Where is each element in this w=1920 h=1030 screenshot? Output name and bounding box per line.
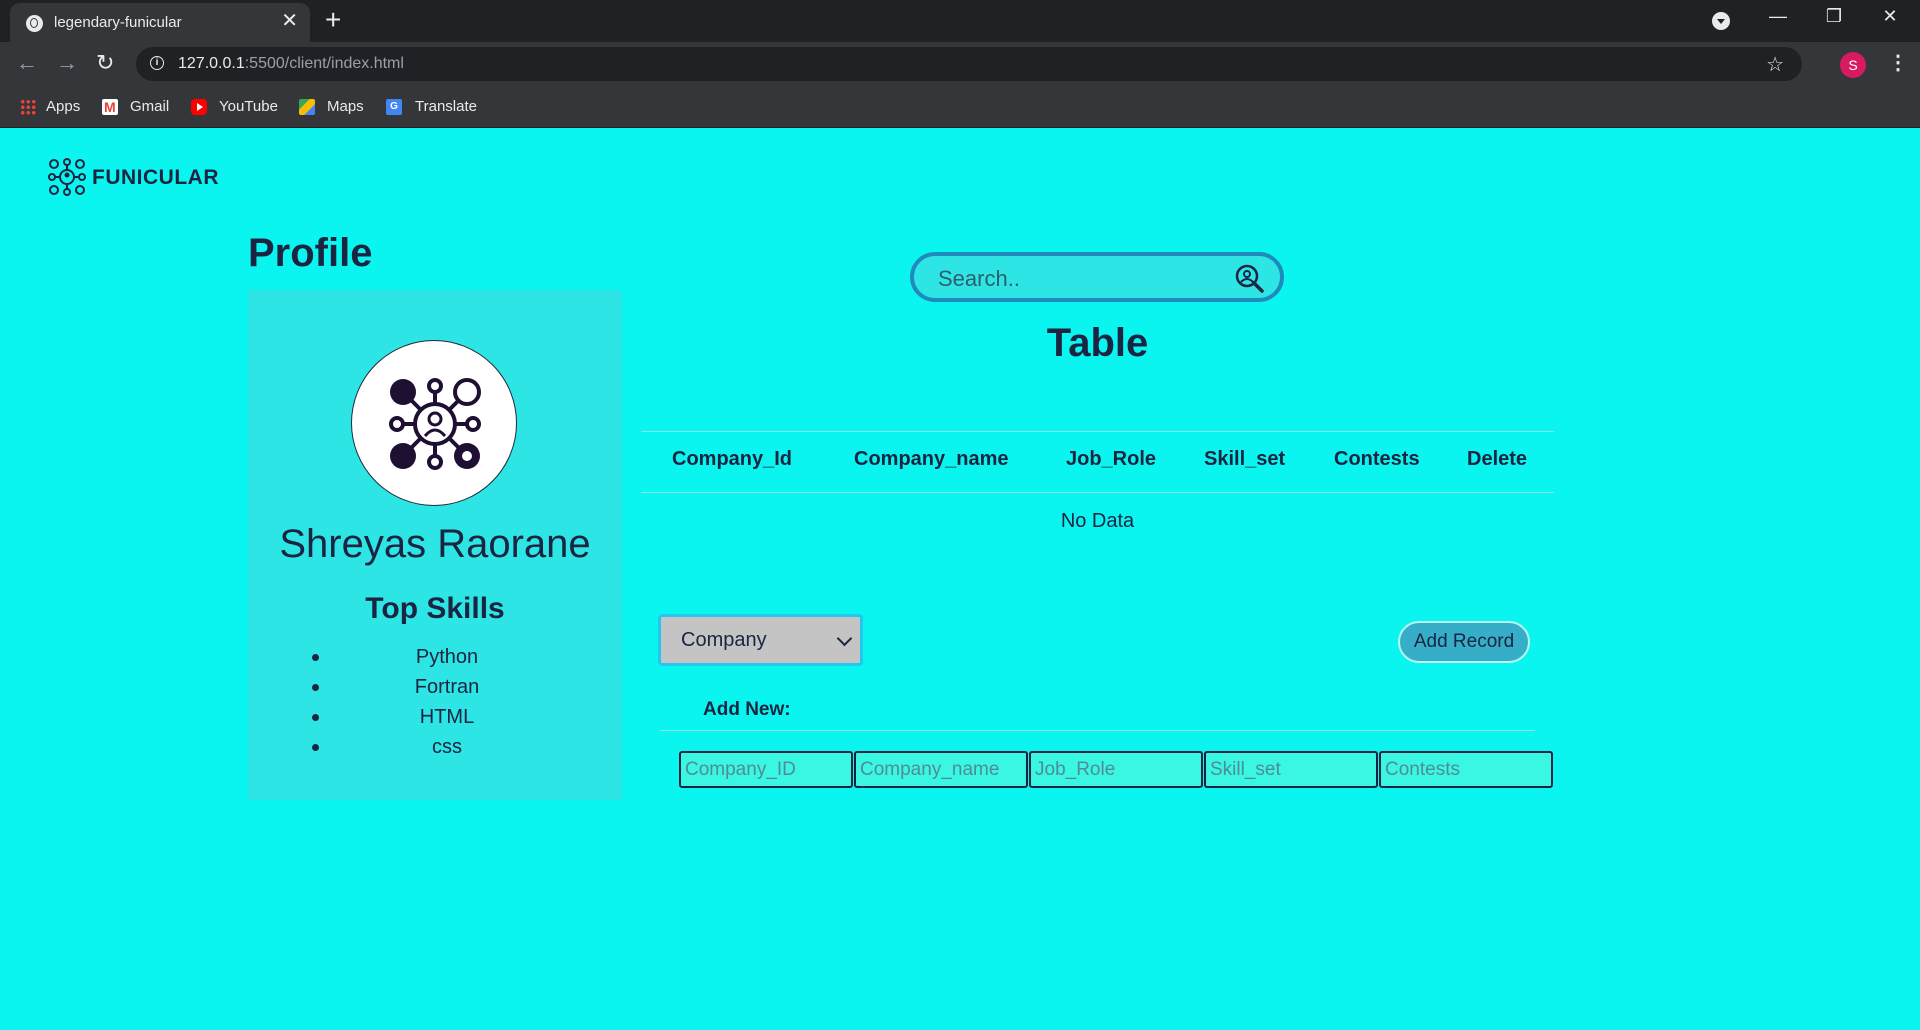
profile-avatar[interactable]: S bbox=[1840, 52, 1866, 78]
table-title: Table bbox=[1046, 321, 1149, 365]
browser-tabstrip: legendary-funicular ✕ + — ❐ ✕ bbox=[0, 0, 1920, 42]
network-logo-icon bbox=[48, 158, 86, 196]
chevron-down-icon bbox=[836, 630, 853, 647]
minimize-icon[interactable]: — bbox=[1758, 6, 1798, 27]
bookmark-translate[interactable]: G Translate bbox=[386, 96, 486, 118]
list-item: css bbox=[312, 732, 582, 762]
brand-name: FUNICULAR bbox=[92, 166, 219, 189]
add-new-label: Add New: bbox=[703, 699, 791, 720]
page-content: FUNICULAR Profile Shreyas Raorane Top Sk… bbox=[0, 128, 1920, 1030]
contests-field[interactable] bbox=[1379, 751, 1553, 788]
browser-toolbar: ← → ↻ i 127.0.0.1:5500/client/index.html… bbox=[0, 42, 1920, 87]
user-name: Shreyas Raorane bbox=[279, 522, 591, 566]
search-icon[interactable] bbox=[1234, 263, 1264, 293]
search-box bbox=[910, 252, 1284, 302]
bookmark-star-icon[interactable]: ☆ bbox=[1766, 52, 1784, 77]
company-name-field[interactable] bbox=[854, 751, 1028, 788]
bookmark-maps[interactable]: Maps bbox=[299, 96, 369, 118]
column-header: Job_Role bbox=[1066, 448, 1157, 470]
search-input[interactable] bbox=[936, 264, 1230, 294]
site-info-icon[interactable]: i bbox=[150, 56, 164, 70]
record-type-select[interactable]: Company bbox=[658, 614, 863, 666]
skills-title: Top Skills bbox=[365, 592, 505, 625]
profile-card: Shreyas Raorane Top Skills Python Fortra… bbox=[248, 290, 622, 800]
job-role-field[interactable] bbox=[1029, 751, 1203, 788]
divider bbox=[641, 492, 1554, 493]
back-icon[interactable]: ← bbox=[16, 50, 38, 76]
profile-title: Profile bbox=[248, 231, 373, 275]
column-header: Delete bbox=[1467, 448, 1528, 470]
tab-search-icon[interactable] bbox=[1712, 12, 1730, 30]
column-header: Company_Id bbox=[672, 448, 793, 470]
column-header: Company_name bbox=[854, 448, 1009, 470]
bookmark-gmail[interactable]: Gmail bbox=[102, 96, 172, 118]
youtube-icon bbox=[191, 99, 207, 115]
empty-table-message: No Data bbox=[1060, 510, 1135, 532]
close-tab-icon[interactable]: ✕ bbox=[281, 11, 298, 31]
window-close-icon[interactable]: ✕ bbox=[1870, 6, 1910, 27]
bookmark-youtube[interactable]: YouTube bbox=[191, 96, 281, 118]
apps-grid-icon bbox=[20, 99, 36, 115]
tab-title: legendary-funicular bbox=[54, 14, 182, 31]
list-item: HTML bbox=[312, 702, 582, 732]
column-header: Skill_set bbox=[1204, 448, 1286, 470]
divider bbox=[660, 730, 1535, 731]
reload-icon[interactable]: ↻ bbox=[96, 50, 114, 76]
list-item: Fortran bbox=[312, 672, 582, 702]
skills-list: Python Fortran HTML css bbox=[312, 642, 582, 762]
restore-icon[interactable]: ❐ bbox=[1814, 6, 1854, 27]
address-bar[interactable]: i 127.0.0.1:5500/client/index.html ☆ bbox=[136, 47, 1802, 81]
add-record-button[interactable]: Add Record bbox=[1398, 621, 1530, 663]
network-avatar-icon bbox=[389, 378, 481, 470]
browser-menu-icon[interactable]: ⋮ bbox=[1888, 50, 1908, 75]
column-header: Contests bbox=[1334, 448, 1420, 470]
forward-icon[interactable]: → bbox=[56, 50, 78, 76]
list-item: Python bbox=[312, 642, 582, 672]
divider bbox=[641, 431, 1554, 432]
globe-icon bbox=[26, 15, 43, 32]
bookmarks-bar: Apps Gmail YouTube Maps G Translate bbox=[0, 87, 1920, 128]
select-value: Company bbox=[681, 629, 767, 651]
url-text[interactable]: 127.0.0.1:5500/client/index.html bbox=[178, 55, 404, 73]
bookmark-apps[interactable]: Apps bbox=[20, 96, 90, 118]
maps-icon bbox=[299, 99, 315, 115]
company-id-field[interactable] bbox=[679, 751, 853, 788]
new-tab-icon[interactable]: + bbox=[325, 6, 341, 34]
gmail-icon bbox=[102, 96, 118, 118]
skill-set-field[interactable] bbox=[1204, 751, 1378, 788]
browser-tab[interactable]: legendary-funicular ✕ bbox=[10, 3, 310, 42]
translate-icon: G bbox=[386, 99, 402, 115]
